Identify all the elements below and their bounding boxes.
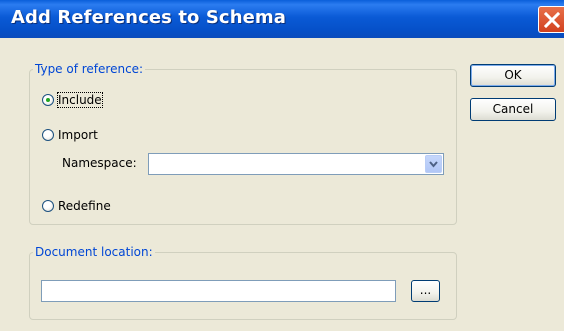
- close-button[interactable]: [538, 6, 564, 33]
- ok-button[interactable]: OK: [470, 64, 556, 87]
- include-radio[interactable]: [42, 94, 54, 106]
- document-location-legend: Document location:: [33, 245, 155, 259]
- import-radio[interactable]: [42, 129, 54, 141]
- cancel-label: Cancel: [492, 102, 534, 116]
- namespace-dropdown-button[interactable]: [425, 155, 442, 173]
- title-bar[interactable]: Add References to Schema: [0, 0, 564, 38]
- browse-label: ...: [419, 283, 432, 297]
- document-location-input[interactable]: [41, 280, 396, 302]
- redefine-radio-row[interactable]: Redefine: [42, 199, 111, 213]
- namespace-combo[interactable]: [148, 153, 444, 175]
- window-title: Add References to Schema: [11, 7, 287, 28]
- type-of-reference-legend: Type of reference:: [33, 62, 146, 76]
- browse-button[interactable]: ...: [411, 280, 440, 302]
- import-label: Import: [58, 128, 98, 142]
- redefine-label: Redefine: [58, 199, 111, 213]
- chevron-down-icon: [429, 161, 438, 168]
- include-label: Include: [57, 92, 103, 108]
- ok-label: OK: [504, 68, 522, 82]
- include-radio-row[interactable]: Include: [42, 92, 103, 108]
- dialog-window: Add References to Schema Type of referen…: [0, 0, 564, 331]
- namespace-label: Namespace:: [62, 156, 137, 170]
- cancel-button[interactable]: Cancel: [470, 98, 556, 121]
- close-icon: [544, 12, 560, 28]
- import-radio-row[interactable]: Import: [42, 128, 98, 142]
- redefine-radio[interactable]: [42, 200, 54, 212]
